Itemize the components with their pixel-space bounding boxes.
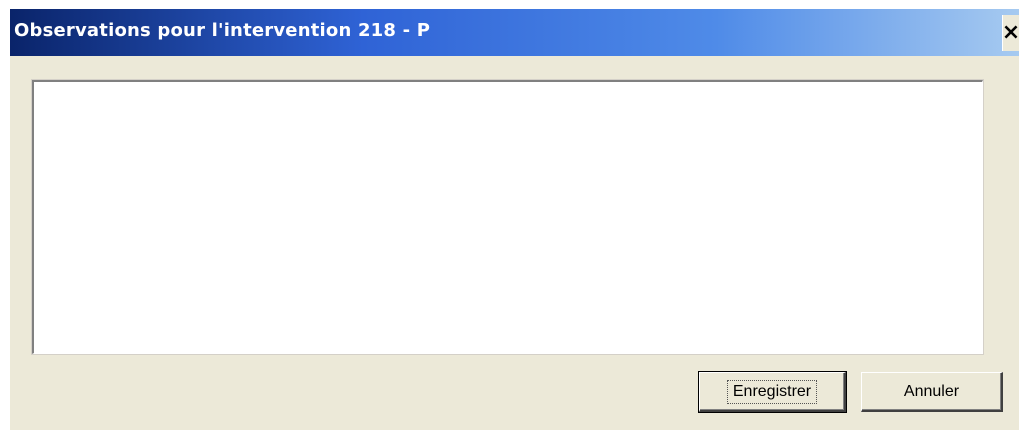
save-button[interactable]: Enregistrer: [698, 371, 847, 413]
close-button[interactable]: ×: [1002, 15, 1019, 51]
observations-dialog: Observations pour l'intervention 218 - P…: [10, 9, 1019, 430]
cancel-button[interactable]: Annuler: [861, 372, 1003, 412]
observations-textarea[interactable]: [34, 82, 982, 353]
close-icon: ×: [1002, 20, 1019, 45]
window-title: Observations pour l'intervention 218 - P: [14, 20, 431, 41]
save-button-label: Enregistrer: [726, 379, 818, 404]
cancel-button-label: Annuler: [903, 382, 960, 400]
observations-field-frame: [31, 79, 984, 355]
title-bar[interactable]: Observations pour l'intervention 218 - P…: [10, 9, 1019, 56]
